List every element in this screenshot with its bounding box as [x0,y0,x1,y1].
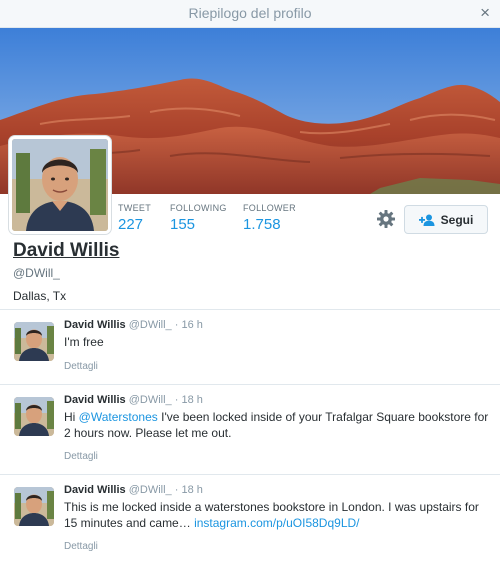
tweet-text: I'm free [64,334,492,350]
mention-link[interactable]: @Waterstones [79,410,158,424]
tweet-text-part: Hi [64,410,79,424]
stat-tweet[interactable]: TWEET 227 [118,203,170,233]
tweet-text-part: I'm free [64,335,104,349]
tweet-text: Hi @Waterstones I've been locked inside … [64,409,492,441]
tweet-header: David Willis @DWill_ · 18 h [64,394,203,406]
profile-name[interactable]: David Willis [13,240,119,262]
tweet-author[interactable]: David Willis [64,484,126,496]
tweet-separator: · [174,394,179,406]
tweet-avatar[interactable] [14,487,54,526]
profile-stats: TWEET 227 FOLLOWING 155 FOLLOWER 1.758 [118,203,313,233]
tweet-handle: @DWill_ [128,394,172,406]
stat-following[interactable]: FOLLOWING 155 [170,203,243,233]
stat-label: TWEET [118,203,151,213]
tweet-details-link[interactable]: Dettagli [64,541,98,552]
tweet-time[interactable]: 18 h [181,484,202,496]
follow-button[interactable]: Segui [404,205,488,234]
tweet-separator: · [174,484,179,496]
title-bar: Riepilogo del profilo × [0,0,500,28]
tweet-item[interactable]: David Willis @DWill_ · 18 h Hi @Watersto… [0,385,500,474]
tweet-author[interactable]: David Willis [64,319,126,331]
tweet-header: David Willis @DWill_ · 18 h [64,484,203,496]
tweet-handle: @DWill_ [128,484,172,496]
gear-icon[interactable] [376,209,396,229]
tweet-separator: · [174,319,179,331]
add-person-icon [418,214,435,226]
instagram-link[interactable]: instagram.com/p/uOI58Dq9LD/ [194,516,359,530]
stat-label: FOLLOWING [170,203,227,213]
tweet-time[interactable]: 16 h [181,319,202,331]
tweet-details-link[interactable]: Dettagli [64,361,98,372]
tweet-item[interactable]: David Willis @DWill_ · 18 h This is me l… [0,475,500,565]
profile-avatar[interactable] [9,136,111,234]
tweet-avatar[interactable] [14,322,54,361]
follow-label: Segui [440,212,474,227]
close-icon[interactable]: × [480,3,490,23]
stat-label: FOLLOWER [243,203,296,213]
stat-follower[interactable]: FOLLOWER 1.758 [243,203,313,233]
tweet-text: This is me locked inside a waterstones b… [64,499,492,531]
profile-handle: @DWill_ [13,266,60,280]
window-title: Riepilogo del profilo [188,5,312,21]
stat-value: 1.758 [243,216,281,233]
tweet-item[interactable]: David Willis @DWill_ · 16 h I'm free Det… [0,310,500,384]
tweet-author[interactable]: David Willis [64,394,126,406]
stat-value: 227 [118,216,144,233]
tweet-details-link[interactable]: Dettagli [64,451,98,462]
profile-location: Dallas, Tx [13,289,67,303]
tweet-time[interactable]: 18 h [181,394,202,406]
avatar-photo [12,139,108,231]
tweet-avatar[interactable] [14,397,54,436]
tweet-header: David Willis @DWill_ · 16 h [64,319,203,331]
tweet-handle: @DWill_ [128,319,172,331]
stat-value: 155 [170,216,196,233]
